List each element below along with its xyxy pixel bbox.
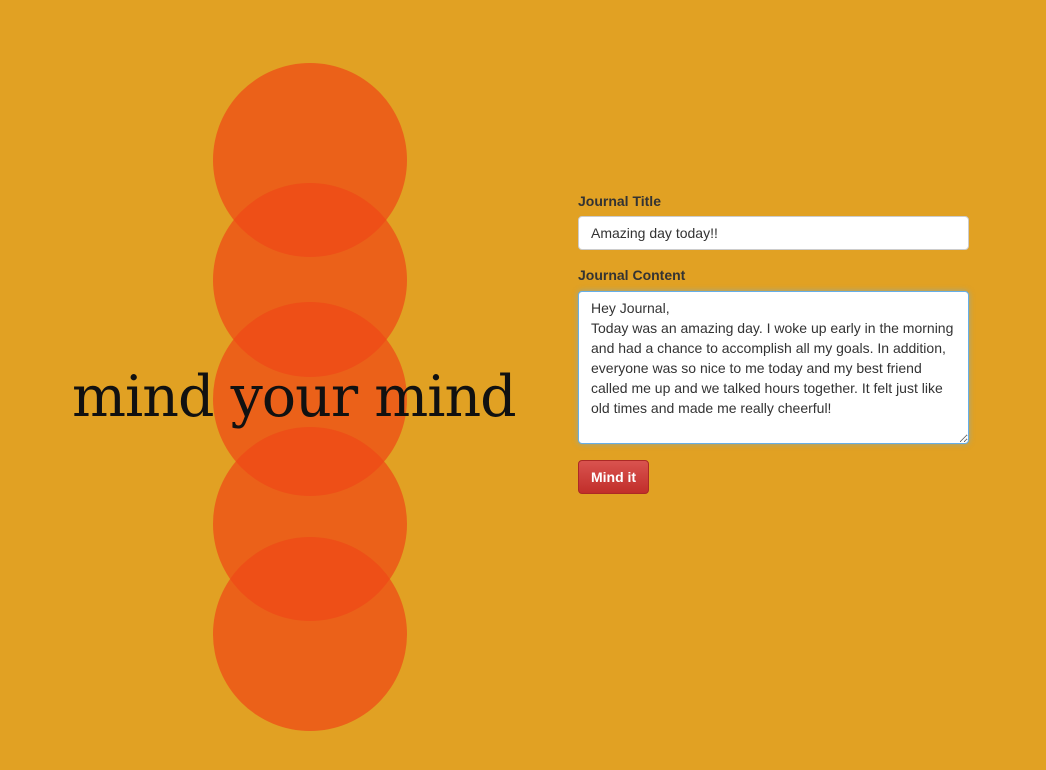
mind-it-button[interactable]: Mind it: [578, 460, 650, 494]
journal-form: Journal Title Journal Content Hey Journa…: [578, 193, 969, 494]
decorative-circle: [213, 537, 407, 731]
journal-content-textarea[interactable]: Hey Journal, Today was an amazing day. I…: [578, 291, 969, 444]
journal-title-label: Journal Title: [578, 193, 661, 209]
journal-title-input[interactable]: [578, 216, 969, 250]
app-tagline: mind your mind: [72, 364, 517, 430]
hero-graphic: mind your mind: [0, 0, 560, 770]
journal-content-label: Journal Content: [578, 267, 686, 283]
